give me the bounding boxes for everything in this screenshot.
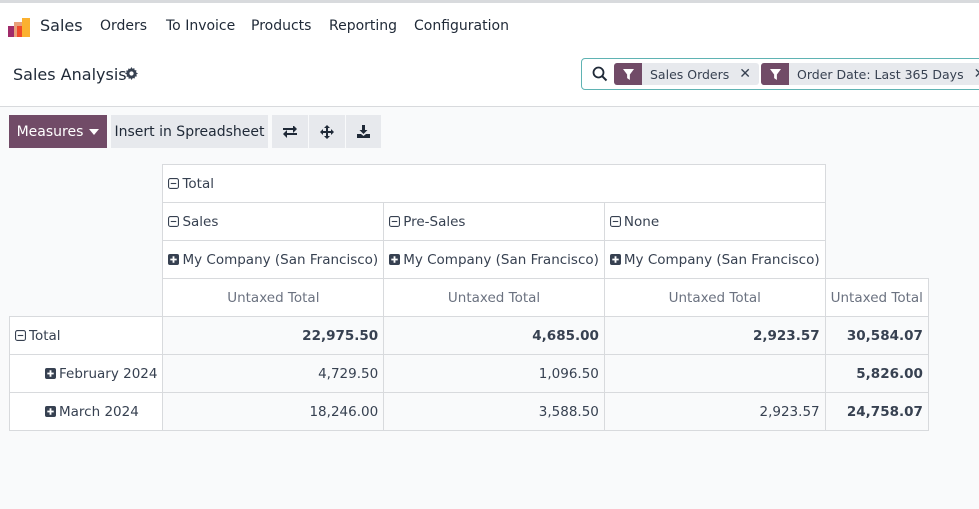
pivot-cell-total[interactable]: 30,584.07 [824, 316, 929, 355]
pivot-cell-total[interactable]: 5,826.00 [824, 354, 929, 393]
expand-all-icon [320, 124, 334, 139]
sales-app-logo-icon[interactable] [8, 15, 32, 37]
download-button[interactable] [346, 115, 381, 148]
pivot-cell-total[interactable]: 24,758.07 [824, 392, 929, 431]
pivot-table: Total Sales Pre-Sales None My Company (S… [8, 164, 929, 431]
col-header-company[interactable]: My Company (San Francisco) [603, 240, 826, 279]
top-navbar: Sales Orders To Invoice Products Reporti… [0, 0, 979, 50]
app-name[interactable]: Sales [40, 16, 83, 35]
row-header-march-2024[interactable]: March 2024 [8, 392, 164, 431]
col-header-sales[interactable]: Sales [162, 202, 385, 241]
table-row: February 2024 4,729.50 1,096.50 5,826.00 [8, 354, 929, 393]
pivot-cell[interactable]: 1,096.50 [383, 354, 605, 393]
control-panel: Sales Analysis Sales Orders ✕ Order Date… [0, 50, 979, 107]
col-header-company[interactable]: My Company (San Francisco) [162, 240, 385, 279]
row-header-total[interactable]: Total [8, 316, 164, 355]
col-header-none[interactable]: None [603, 202, 826, 241]
measure-header[interactable]: Untaxed Total [383, 278, 605, 317]
expand-icon [45, 405, 56, 417]
menu-orders[interactable]: Orders [100, 18, 147, 34]
facet-label: Sales Orders [650, 66, 730, 82]
table-row: Total 22,975.50 4,685.00 2,923.57 30,584… [8, 316, 929, 355]
flip-axis-button[interactable] [272, 115, 308, 148]
insert-in-spreadsheet-button[interactable]: Insert in Spreadsheet [111, 115, 268, 148]
col-header-pre-sales[interactable]: Pre-Sales [383, 202, 605, 241]
filter-icon [614, 63, 642, 85]
row-header-february-2024[interactable]: February 2024 [8, 354, 164, 393]
measure-header-total[interactable]: Untaxed Total [824, 278, 929, 317]
pivot-cell[interactable]: 3,588.50 [383, 392, 605, 431]
measures-button[interactable]: Measures [9, 115, 107, 148]
menu-reporting[interactable]: Reporting [329, 18, 397, 34]
gear-icon[interactable] [125, 67, 138, 80]
pivot-cell[interactable]: 4,729.50 [162, 354, 385, 393]
measures-label: Measures [16, 123, 84, 140]
collapse-icon [168, 215, 180, 227]
col-header-company[interactable]: My Company (San Francisco) [383, 240, 605, 279]
download-icon [357, 125, 370, 138]
expand-icon [389, 253, 401, 265]
col-header-total[interactable]: Total [162, 164, 826, 203]
expand-icon [168, 253, 180, 265]
search-facet-order-date[interactable]: Order Date: Last 365 Days ✕ [761, 63, 979, 85]
remove-facet-icon[interactable]: ✕ [974, 66, 979, 82]
search-facet-sales-orders[interactable]: Sales Orders ✕ [614, 63, 760, 85]
collapse-icon [609, 215, 621, 227]
table-row: March 2024 18,246.00 3,588.50 2,923.57 2… [8, 392, 929, 431]
pivot-cell[interactable]: 18,246.00 [162, 392, 385, 431]
page-title: Sales Analysis [13, 65, 127, 84]
measure-header[interactable]: Untaxed Total [603, 278, 826, 317]
caret-down-icon [89, 128, 100, 135]
expand-icon [45, 367, 56, 379]
menu-to-invoice[interactable]: To Invoice [166, 18, 235, 34]
facet-label: Order Date: Last 365 Days [797, 66, 964, 82]
collapse-icon [15, 329, 26, 341]
pivot-cell[interactable]: 22,975.50 [162, 316, 385, 355]
menu-products[interactable]: Products [251, 18, 311, 34]
expand-icon [609, 253, 621, 265]
measure-header[interactable]: Untaxed Total [162, 278, 385, 317]
search-bar[interactable]: Sales Orders ✕ Order Date: Last 365 Days… [581, 58, 979, 90]
pivot-cell[interactable]: 2,923.57 [603, 316, 826, 355]
pivot-cell[interactable] [603, 354, 826, 393]
pivot-cell[interactable]: 2,923.57 [603, 392, 826, 431]
expand-all-button[interactable] [309, 115, 345, 148]
collapse-icon [168, 177, 180, 189]
menu-configuration[interactable]: Configuration [414, 18, 509, 34]
collapse-icon [389, 215, 401, 227]
filter-icon [761, 63, 789, 85]
flip-axis-icon [283, 125, 297, 138]
pivot-cell[interactable]: 4,685.00 [383, 316, 605, 355]
search-icon[interactable] [592, 66, 608, 82]
remove-facet-icon[interactable]: ✕ [739, 66, 759, 82]
